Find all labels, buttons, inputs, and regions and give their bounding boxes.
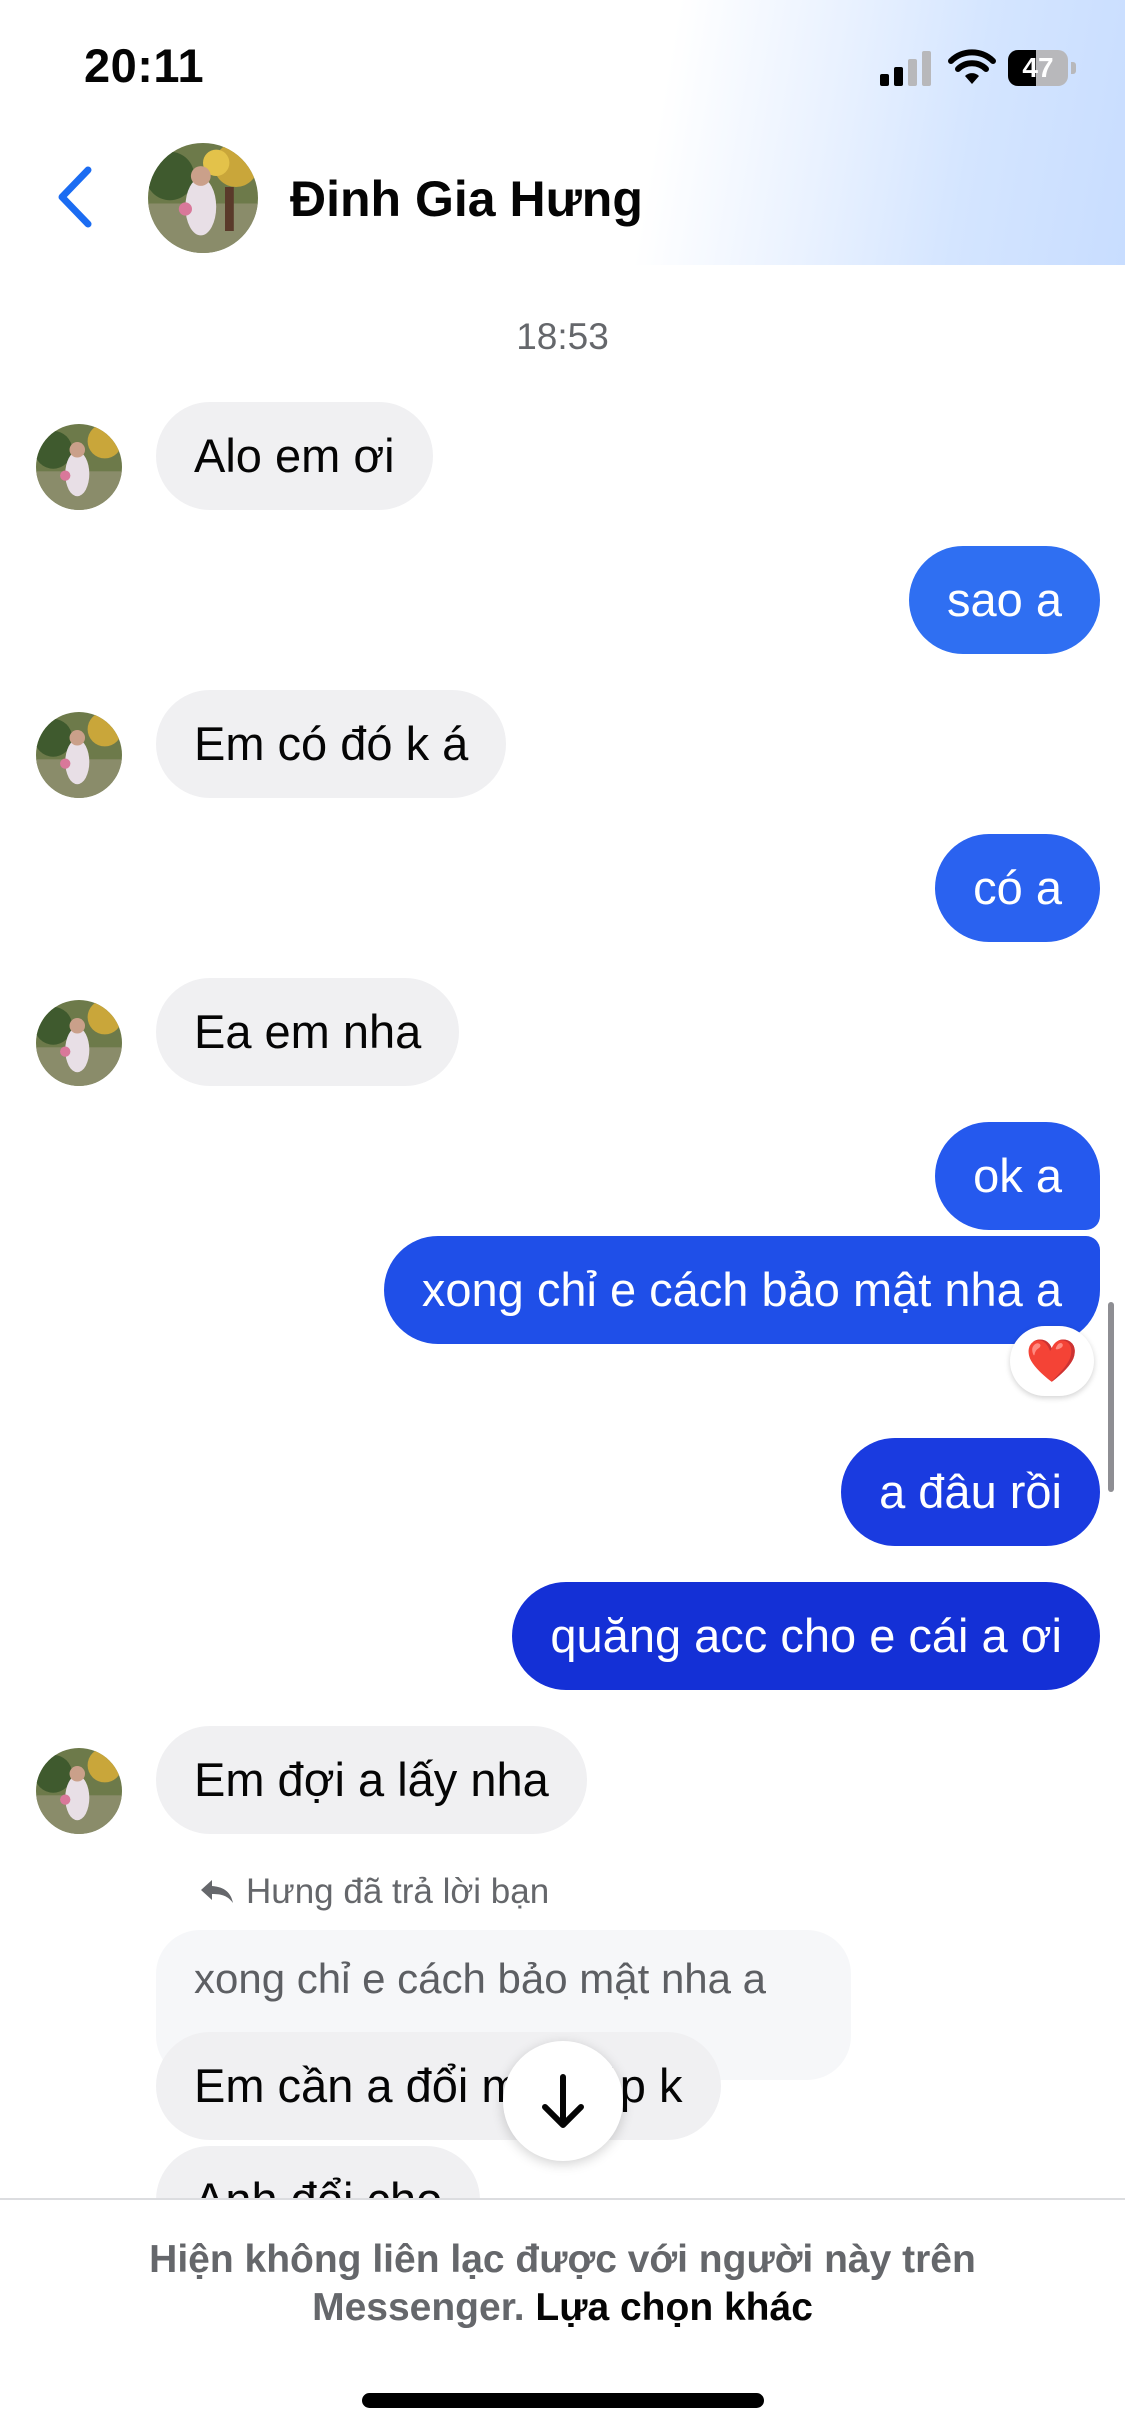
scrollbar[interactable] [1108,1302,1114,1492]
contact-avatar-small[interactable] [36,1748,122,1834]
avatar-photo [36,424,122,510]
message-bubble-incoming[interactable]: Em đợi a lấy nha [156,1726,587,1834]
avatar-photo [36,1748,122,1834]
message-bubble-outgoing[interactable]: a đâu rồi [841,1438,1100,1546]
message-bubble-outgoing[interactable]: sao a [909,546,1100,654]
avatar-photo [36,712,122,798]
contact-avatar-small[interactable] [36,424,122,510]
message-bubble-incoming[interactable]: Ea em nha [156,978,460,1086]
battery-icon: 47 [1008,50,1076,86]
avatar-photo [148,143,258,253]
quoted-message-text: xong chỉ e cách bảo mật nha a [194,1955,767,2002]
back-button[interactable] [50,162,100,232]
other-options-link[interactable]: Lựa chọn khác [535,2286,812,2329]
arrow-down-icon [542,2074,584,2128]
reply-note-text: Hưng đã trả lời bạn [246,1872,550,1911]
contact-avatar-small[interactable] [36,1000,122,1086]
message-bubble-outgoing[interactable]: có a [935,834,1100,942]
footer-notice-line1: Hiện không liên lạc được với người này t… [149,2238,976,2281]
message-bubble-incoming[interactable]: Em có đó k á [156,690,507,798]
message-bubble-incoming[interactable]: Alo em ơi [156,402,433,510]
message-bubble-outgoing[interactable]: xong chỉ e cách bảo mật nha a [383,1236,1100,1344]
home-indicator[interactable] [362,2393,764,2408]
scroll-to-bottom-button[interactable] [503,2041,623,2161]
cellular-signal-icon [880,50,932,86]
chevron-left-icon [58,166,92,228]
reply-note: Hưng đã trả lời bạn [198,1872,549,1912]
heart-reaction[interactable]: ❤️ [1010,1326,1094,1396]
contact-avatar-small[interactable] [36,712,122,798]
avatar-photo [36,1000,122,1086]
battery-level: 47 [1022,52,1054,83]
message-timestamp: 18:53 [516,316,609,357]
reply-arrow-icon [201,1880,233,1903]
message-bubble-outgoing[interactable]: quăng acc cho e cái a ơi [512,1582,1100,1690]
wifi-icon [948,48,996,86]
contact-avatar[interactable] [148,143,258,253]
footer-notice-line2: Messenger. [312,2286,525,2329]
status-time: 20:11 [84,39,205,92]
footer-notice: Hiện không liên lạc được với người này t… [0,2236,1125,2332]
contact-name[interactable]: Đinh Gia Hưng [290,170,643,228]
message-bubble-outgoing[interactable]: ok a [935,1122,1100,1230]
message-bubble-incoming[interactable]: Em cần a đổi mk giúp k [156,2032,721,2140]
